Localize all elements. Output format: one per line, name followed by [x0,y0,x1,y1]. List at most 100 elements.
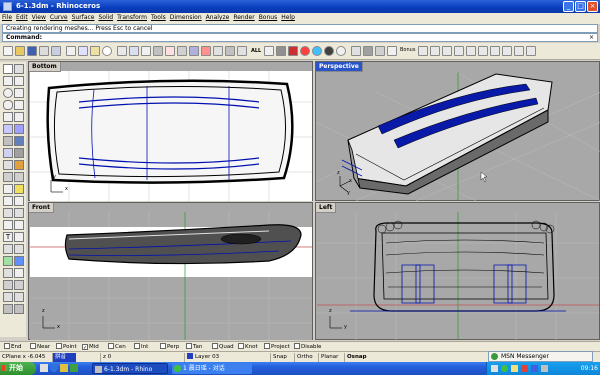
ellipse-icon[interactable] [3,100,13,110]
offset-icon[interactable] [14,172,24,182]
menu-tools[interactable]: Tools [149,13,168,22]
osnap-disable[interactable]: Disable [294,343,321,351]
osnap-knot-checkbox[interactable] [238,343,244,349]
revolve-icon[interactable] [14,136,24,146]
osnap-quad-checkbox[interactable] [212,343,218,349]
arrows-icon[interactable] [225,46,235,56]
osnap-toggle[interactable]: Osnap [344,353,370,362]
points-off-icon[interactable] [14,292,24,302]
bonus-tool-5-icon[interactable] [466,46,476,56]
text-icon[interactable]: T [3,232,13,242]
arc-icon[interactable] [14,88,24,98]
osnap-perp[interactable]: Perp [160,343,179,351]
menu-solid[interactable]: Solid [96,13,115,22]
tray-app-icon[interactable] [531,365,538,372]
menu-analyze[interactable]: Analyze [204,13,232,22]
paste-icon[interactable] [90,46,100,56]
layer-icon[interactable] [288,46,298,56]
bonus-tool-8-icon[interactable] [502,46,512,56]
msn-messenger-popup[interactable]: MSN Messenger [488,351,593,362]
curvature-icon[interactable] [14,256,24,266]
grid-icon[interactable] [3,268,13,278]
named-view-icon[interactable] [14,268,24,278]
bonus-tool-7-icon[interactable] [490,46,500,56]
render-icon[interactable] [324,46,334,56]
snap-toggle[interactable]: Snap [270,353,294,362]
layer-selector[interactable]: Layer 03 [184,353,268,362]
menu-help[interactable]: Help [279,13,297,22]
bonus-tool-3-icon[interactable] [442,46,452,56]
polygon-icon[interactable] [3,112,13,122]
osnap-mid[interactable]: ✓ Mid [82,343,99,351]
viewport-title-left[interactable]: Left [316,203,337,213]
points-on-icon[interactable] [3,292,13,302]
tray-misc-icon[interactable] [541,365,548,372]
dimension-icon[interactable] [14,232,24,242]
close-button[interactable]: × [587,1,598,12]
osnap-disable-checkbox[interactable] [294,343,300,349]
osnap-int[interactable]: Int [134,343,148,351]
loft-icon[interactable] [14,124,24,134]
cplane-icon[interactable] [3,280,13,290]
mirror-icon[interactable] [3,244,13,254]
wireframe-icon[interactable] [264,46,274,56]
menu-transform[interactable]: Transform [115,13,149,22]
task-chat[interactable]: 1 晨日瑶 - 对话 [172,363,252,374]
quicklaunch-desktop-icon[interactable] [40,364,48,372]
sphere-solid-icon[interactable] [14,148,24,158]
rhino-app-icon[interactable] [3,2,12,11]
lights-icon[interactable] [351,46,361,56]
tray-volume-icon[interactable] [511,365,518,372]
help-icon[interactable] [387,46,397,56]
osnap-cen-checkbox[interactable] [108,343,114,349]
osnap-perp-checkbox[interactable] [160,343,166,349]
freeform-icon[interactable] [14,112,24,122]
maximize-button[interactable]: □ [575,1,586,12]
osnap-point-checkbox[interactable] [56,343,62,349]
save-icon[interactable] [27,46,37,56]
menu-file[interactable]: File [0,13,14,22]
rotate-icon[interactable] [3,220,13,230]
cut-icon[interactable] [66,46,76,56]
ime-indicator[interactable]: 拼音 [52,353,76,362]
scale-icon[interactable] [14,220,24,230]
zoom-extents-icon[interactable] [177,46,187,56]
options-icon[interactable] [363,46,373,56]
trim-icon[interactable] [3,184,13,194]
extrude-icon[interactable] [3,136,13,146]
tray-antivirus-icon[interactable] [521,365,528,372]
rectangle-icon[interactable] [14,100,24,110]
new-file-icon[interactable] [3,46,13,56]
select-icon[interactable] [117,46,127,56]
surface-icon[interactable] [3,124,13,134]
osnap-project[interactable]: Project [264,343,290,351]
osnap-mid-checkbox[interactable]: ✓ [82,344,88,351]
explode-icon[interactable] [14,196,24,206]
open-folder-icon[interactable] [15,46,25,56]
osnap-quad[interactable]: Quad [212,343,234,351]
osnap-tan-checkbox[interactable] [186,343,192,349]
mesh-icon[interactable] [3,160,13,170]
quicklaunch-ie-icon[interactable] [50,364,58,372]
osnap-near-checkbox[interactable] [30,343,36,349]
bonus-label[interactable]: Bonus [400,47,415,53]
show-icon[interactable] [14,304,24,314]
bonus-tool-4-icon[interactable] [454,46,464,56]
bonus-tool-10-icon[interactable] [526,46,536,56]
start-button[interactable]: 开始 [0,362,36,375]
pan-icon[interactable] [129,46,139,56]
print-icon[interactable] [39,46,49,56]
osnap-point[interactable]: Point [56,343,77,351]
osnap-near[interactable]: Near [30,343,50,351]
viewport-title-front[interactable]: Front [29,203,54,213]
copy-tool-icon[interactable] [14,208,24,218]
osnap-end-checkbox[interactable] [4,343,10,349]
title-bar[interactable]: 6-1.3dm - Rhinoceros _ □ × [0,0,600,13]
split-icon[interactable] [14,184,24,194]
bonus-tool-6-icon[interactable] [478,46,488,56]
osnap-cen[interactable]: Cen [108,343,126,351]
shaded-icon[interactable] [276,46,286,56]
osnap-end[interactable]: End [4,343,21,351]
copy-icon[interactable] [78,46,88,56]
osnap-project-checkbox[interactable] [264,343,270,349]
